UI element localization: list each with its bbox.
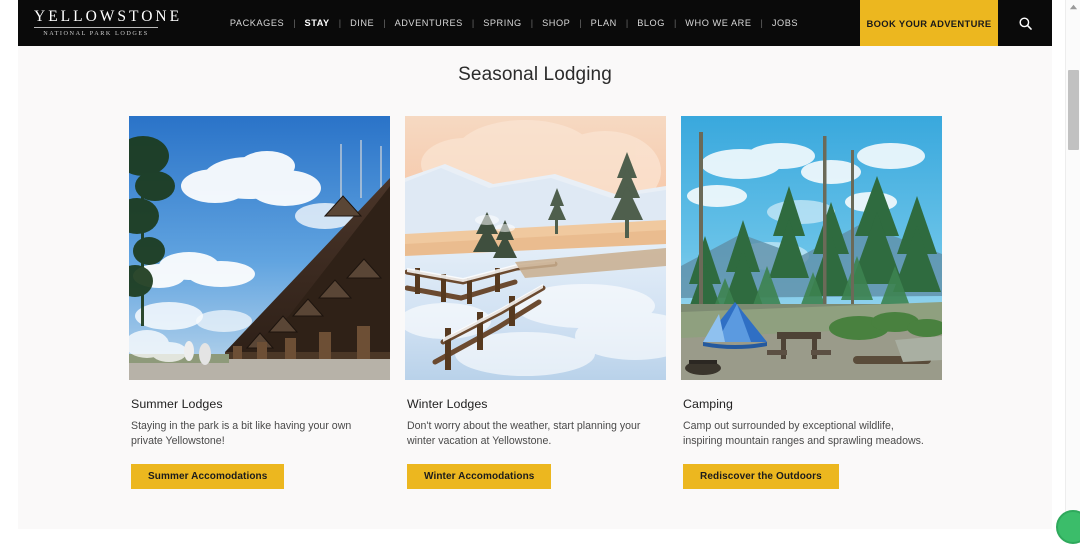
floating-action-badge[interactable] [1056, 510, 1080, 544]
card-winter-lodges: Winter Lodges Don't worry about the weat… [405, 116, 666, 489]
card-title: Camping [683, 397, 733, 411]
summer-lodge-photo[interactable] [129, 116, 390, 380]
nav-item-spring[interactable]: SPRING [474, 18, 531, 28]
seasonal-lodging-card-grid: Summer Lodges Staying in the park is a b… [129, 116, 953, 489]
nav-item-blog[interactable]: BLOG [628, 18, 674, 28]
nav-item-dine[interactable]: DINE [341, 18, 383, 28]
page-title: Seasonal Lodging [458, 64, 612, 85]
card-title: Summer Lodges [131, 397, 223, 411]
card-description: Camp out surrounded by exceptional wildl… [683, 420, 924, 448]
card-title: Winter Lodges [407, 397, 488, 411]
book-your-adventure-button[interactable]: BOOK YOUR ADVENTURE [860, 0, 998, 46]
rediscover-the-outdoors-button[interactable]: Rediscover the Outdoors [683, 463, 839, 489]
main-navigation: PACKAGES | STAY | DINE | ADVENTURES | SP… [168, 0, 860, 46]
camping-photo[interactable] [681, 116, 942, 380]
logo-wordmark: YELLOWSTONE [34, 9, 179, 29]
winter-accomodations-button[interactable]: Winter Accomodations [407, 463, 552, 489]
nav-item-shop[interactable]: SHOP [533, 18, 579, 28]
scrollbar-thumb[interactable] [1068, 70, 1079, 150]
browser-viewport: YELLOWSTONE NATIONAL PARK LODGES PACKAGE… [0, 0, 1080, 544]
vertical-scrollbar[interactable] [1065, 0, 1080, 529]
nav-item-adventures[interactable]: ADVENTURES [386, 18, 472, 28]
nav-item-packages[interactable]: PACKAGES [221, 18, 293, 28]
logo-tagline: NATIONAL PARK LODGES [43, 30, 149, 38]
summer-accomodations-button[interactable]: Summer Accomodations [131, 463, 285, 489]
site-logo[interactable]: YELLOWSTONE NATIONAL PARK LODGES [18, 0, 179, 46]
chevron-up-icon[interactable] [1069, 3, 1078, 12]
search-button[interactable] [998, 0, 1052, 46]
card-description: Staying in the park is a bit like having… [131, 420, 352, 448]
card-summer-lodges: Summer Lodges Staying in the park is a b… [129, 116, 390, 489]
search-icon [1018, 16, 1033, 31]
winter-lodge-photo[interactable] [405, 116, 666, 380]
nav-item-plan[interactable]: PLAN [582, 18, 626, 28]
card-description: Don't worry about the weather, start pla… [407, 420, 641, 448]
card-camping: Camping Camp out surrounded by exception… [681, 116, 942, 489]
page-content: YELLOWSTONE NATIONAL PARK LODGES PACKAGE… [18, 0, 1052, 529]
nav-item-jobs[interactable]: JOBS [763, 18, 807, 28]
site-header: YELLOWSTONE NATIONAL PARK LODGES PACKAGE… [18, 0, 1052, 46]
nav-item-who-we-are[interactable]: WHO WE ARE [676, 18, 760, 28]
nav-item-stay[interactable]: STAY [296, 18, 339, 28]
